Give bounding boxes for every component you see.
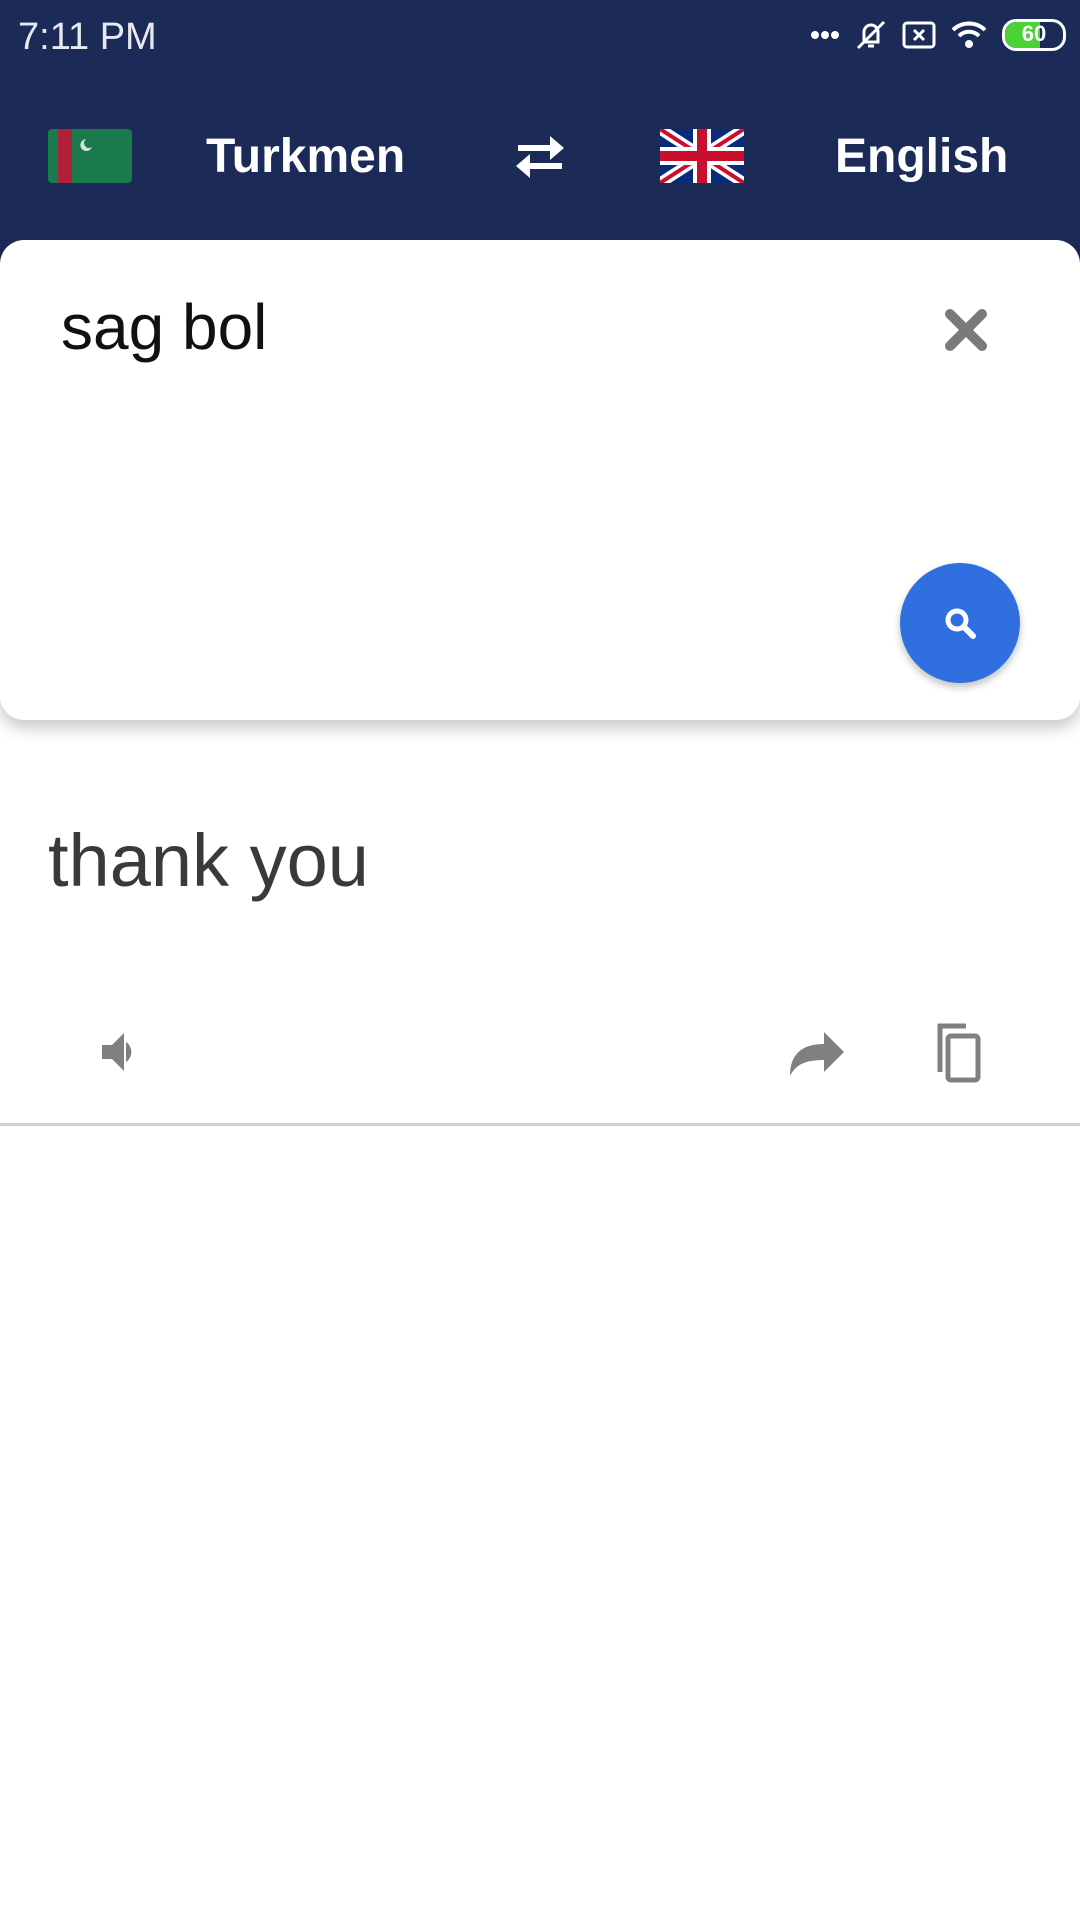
sim-x-icon: [902, 21, 936, 49]
status-time: 7:11 PM: [18, 16, 157, 58]
target-language-selector[interactable]: English: [835, 132, 1008, 182]
battery-level: 60: [1021, 21, 1047, 46]
swap-arrows-icon[interactable]: [512, 134, 568, 180]
wifi-icon: [951, 21, 987, 48]
source-text-input[interactable]: sag bol: [61, 290, 267, 364]
more-dots-icon: [811, 31, 839, 39]
turkmenistan-flag[interactable]: [48, 129, 132, 183]
divider: [0, 1123, 1080, 1126]
share-icon[interactable]: [784, 1020, 848, 1084]
translate-search-button[interactable]: [900, 563, 1020, 683]
source-language-selector[interactable]: Turkmen: [206, 132, 405, 182]
search-icon: [945, 608, 976, 639]
app-header: 7:11 PM 60 Turkmen English: [0, 0, 1080, 270]
bell-off-icon: [856, 20, 886, 50]
battery-icon: 60: [1002, 19, 1066, 51]
close-icon[interactable]: [944, 308, 988, 352]
speaker-icon[interactable]: [88, 1020, 152, 1084]
translation-result: thank you: [48, 819, 369, 902]
input-card: sag bol: [0, 240, 1080, 720]
status-icons: 60: [810, 18, 1066, 52]
uk-flag[interactable]: [660, 129, 744, 183]
copy-icon[interactable]: [928, 1020, 992, 1084]
